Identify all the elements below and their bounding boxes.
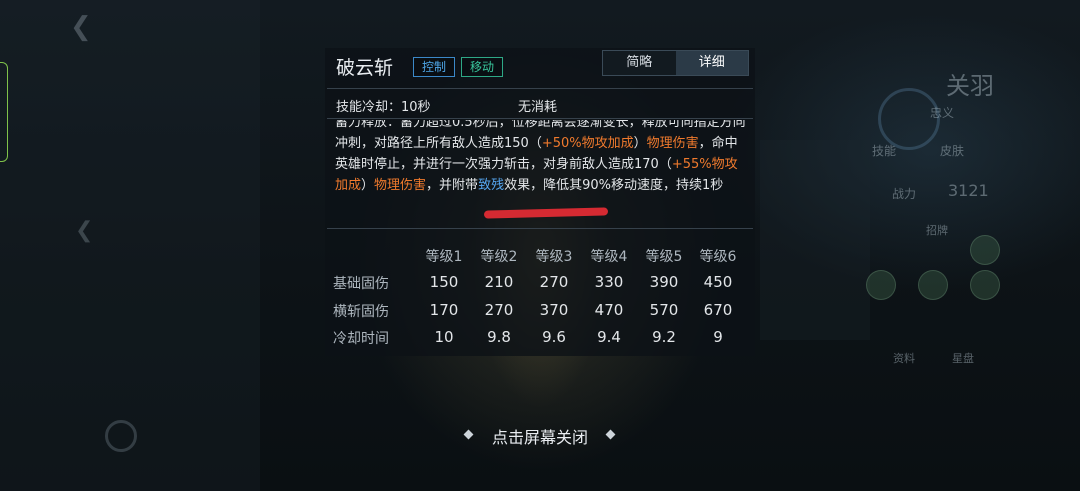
skill-icon-1 xyxy=(970,235,1000,265)
desc-text: ） xyxy=(633,136,647,151)
skill-cooldown: 技能冷却：10秒 xyxy=(336,100,431,115)
table-row-label: 基础固伤 xyxy=(333,276,389,292)
close-screen-hint[interactable]: 点击屏幕关闭 xyxy=(460,424,620,448)
header-divider xyxy=(327,88,753,89)
left-edge-frame xyxy=(0,62,8,162)
table-row-label: 横斩固伤 xyxy=(333,304,389,320)
desc-text: ，并附带 xyxy=(426,178,479,193)
table-header-level: 等级5 xyxy=(645,249,683,265)
desc-effect-keyword[interactable]: 致残 xyxy=(478,178,504,193)
table-cell: 210 xyxy=(484,273,514,291)
skill-title: 破云斩 xyxy=(336,57,394,79)
background-tab-skills: 技能 xyxy=(872,144,897,158)
skill-icon-4 xyxy=(970,270,1000,300)
background-building-left xyxy=(0,0,260,491)
table-header-level: 等级1 xyxy=(425,249,463,265)
background-small-label: 招牌 xyxy=(926,224,948,237)
desc-damage-type: 物理伤害 xyxy=(374,178,427,193)
table-cell: 150 xyxy=(429,273,459,291)
background-hero-subtitle: 忠义 xyxy=(930,106,955,120)
table-cell: 270 xyxy=(484,301,514,319)
mode-brief-button[interactable]: 简略 xyxy=(603,51,676,75)
back-arrow-icon[interactable]: ❮ xyxy=(70,12,92,42)
desc-text: 效果，降低其90%移动速度，持续1秒 xyxy=(504,178,724,193)
desc-damage-type: 物理伤害 xyxy=(646,136,699,151)
table-cell: 10 xyxy=(434,328,454,346)
gear-icon[interactable] xyxy=(105,420,137,452)
table-cell: 270 xyxy=(539,273,569,291)
table-cell: 330 xyxy=(594,273,624,291)
background-building-right xyxy=(760,140,870,340)
background-power-label: 战力 xyxy=(892,187,917,201)
table-cell: 9.2 xyxy=(652,328,676,346)
table-cell: 170 xyxy=(429,301,459,319)
skill-icon-3 xyxy=(918,270,948,300)
desc-scaling: +50%物攻加成 xyxy=(541,136,634,151)
tag-move: 移动 xyxy=(461,57,504,77)
background-hero-name: 关羽 xyxy=(946,72,994,100)
table-cell: 370 xyxy=(539,301,569,319)
tag-control: 控制 xyxy=(413,57,456,77)
table-cell: 470 xyxy=(594,301,624,319)
prev-arrow-icon[interactable]: ❮ xyxy=(75,218,93,243)
meta-divider xyxy=(327,118,753,119)
background-profile-label: 资料 xyxy=(893,352,915,365)
mode-toggle: 简略 详细 xyxy=(602,50,749,76)
table-cell: 9 xyxy=(713,328,723,346)
background-tab-skins: 皮肤 xyxy=(940,144,965,158)
table-cell: 570 xyxy=(649,301,679,319)
table-cell: 9.4 xyxy=(597,328,621,346)
mode-detail-button[interactable]: 详细 xyxy=(675,51,748,75)
desc-text: ） xyxy=(361,178,375,193)
table-header-level: 等级2 xyxy=(480,249,518,265)
background-power-value: 3121 xyxy=(948,181,989,200)
table-divider xyxy=(327,228,753,229)
table-header-level: 等级3 xyxy=(535,249,573,265)
skill-icon-2 xyxy=(866,270,896,300)
table-cell: 9.8 xyxy=(487,328,511,346)
table-header-level: 等级6 xyxy=(699,249,737,265)
table-cell: 390 xyxy=(649,273,679,291)
background-starchart-label: 星盘 xyxy=(952,352,974,365)
table-cell: 9.6 xyxy=(542,328,566,346)
skill-cost: 无消耗 xyxy=(518,100,558,115)
table-cell: 450 xyxy=(703,273,733,291)
table-row-label: 冷却时间 xyxy=(333,331,389,347)
table-header-level: 等级4 xyxy=(590,249,628,265)
table-cell: 670 xyxy=(703,301,733,319)
